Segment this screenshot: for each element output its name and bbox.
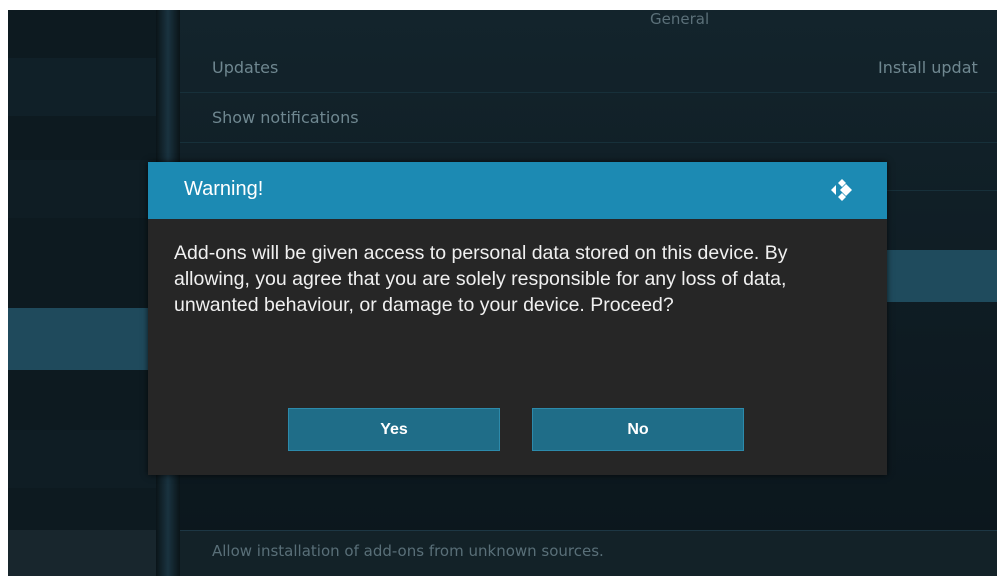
dialog-message: Add-ons will be given access to personal…: [174, 242, 788, 316]
kodi-logo-icon: [831, 179, 852, 201]
yes-button[interactable]: Yes: [288, 408, 500, 451]
settings-row-updates[interactable]: [180, 44, 997, 93]
left-menu-item-selected[interactable]: [8, 308, 156, 370]
setting-notifications-label: Show notifications: [212, 108, 359, 127]
setting-updates-value: Install updat: [878, 58, 978, 77]
setting-description: Allow installation of add-ons from unkno…: [212, 542, 604, 560]
section-header: General: [650, 10, 710, 28]
cropped-caption-strip: [0, 0, 997, 10]
left-menu-footer: [8, 530, 156, 576]
left-menu-item[interactable]: [8, 430, 156, 488]
left-menu-item[interactable]: [8, 160, 156, 218]
warning-dialog: Warning! Add-ons will be given access to…: [148, 162, 887, 475]
left-menu-item[interactable]: [8, 58, 156, 116]
setting-updates-label: Updates: [212, 58, 279, 77]
kodi-screen: General Updates Install updat Show notif…: [8, 10, 997, 576]
left-menu-panel: [8, 10, 156, 576]
dialog-header: Warning!: [148, 162, 887, 219]
no-button[interactable]: No: [532, 408, 744, 451]
dialog-title: Warning!: [184, 178, 264, 200]
